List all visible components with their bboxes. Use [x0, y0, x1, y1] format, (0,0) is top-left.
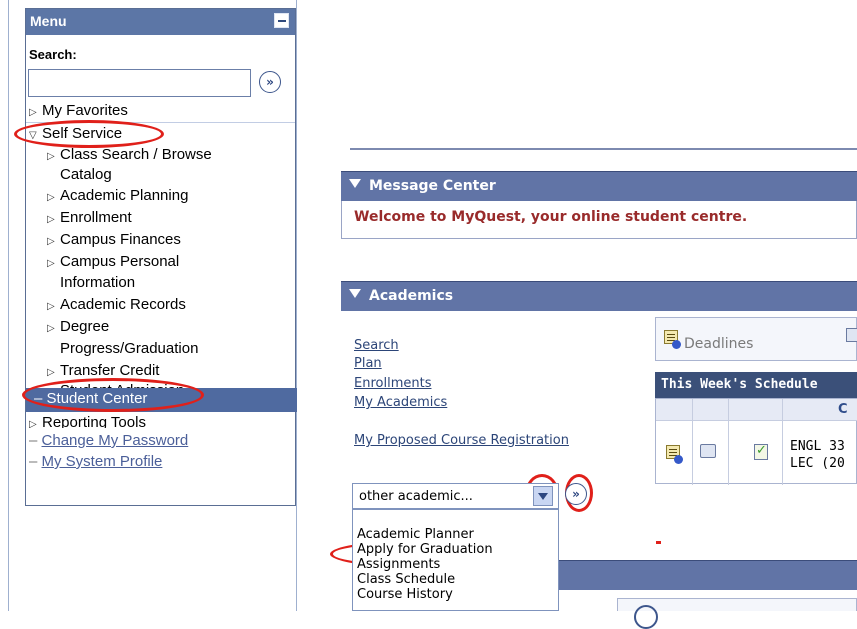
- sidebar-item-label: My System Profile: [41, 453, 163, 470]
- dropdown-option-academic-planner[interactable]: Academic Planner: [353, 527, 558, 542]
- triangle-right-icon: ▷: [47, 151, 55, 162]
- menu-panel: Menu Search: » ▷ My Favorites ▽ Self Servi…: [25, 8, 297, 506]
- checklist-icon[interactable]: ✓: [754, 443, 768, 460]
- grid-line: [782, 399, 783, 421]
- sidebar-item-label: Enrollment: [60, 209, 132, 226]
- highlight-oval-student-center: [22, 378, 204, 412]
- sidebar-item-class-search[interactable]: ▷ Class Search / Browse: [47, 145, 212, 167]
- section-header-partial: [559, 560, 857, 590]
- sidebar-item-label: Degree: [60, 318, 110, 335]
- sidebar-item-system-profile[interactable]: – My System Profile: [29, 452, 162, 472]
- sidebar-item-enrollment[interactable]: ▷ Enrollment: [47, 208, 132, 230]
- sidebar-item-degree[interactable]: ▷ Degree: [47, 317, 109, 339]
- section-title: Academics: [369, 288, 454, 304]
- other-academic-dropdown-list: Academic Planner Apply for Graduation As…: [352, 509, 559, 611]
- info-icon: [672, 340, 681, 349]
- week-schedule-grid: C ✓ ENGL 33 LEC (20: [655, 398, 857, 485]
- select-value: other academic...: [359, 489, 473, 504]
- sidebar-item-reporting-tools[interactable]: ▷ Reporting Tools: [29, 413, 146, 428]
- sidebar-item-academic-planning[interactable]: ▷ Academic Planning: [47, 186, 188, 208]
- academics-link-search[interactable]: Search: [354, 338, 399, 353]
- sidebar-item-campus-finances[interactable]: ▷ Campus Finances: [47, 230, 181, 252]
- highlight-oval-self-service: [14, 120, 164, 148]
- search-label: Search:: [29, 47, 77, 62]
- grid-line: [728, 421, 729, 485]
- welcome-message: Welcome to MyQuest, your online student …: [354, 209, 748, 225]
- triangle-right-icon: ▷: [47, 192, 55, 203]
- dash-icon: –: [29, 432, 38, 449]
- collapse-triangle-icon: [349, 179, 361, 188]
- search-input[interactable]: [28, 69, 251, 97]
- sidebar-item-label-cont[interactable]: Catalog: [60, 165, 112, 185]
- other-academic-select[interactable]: other academic...: [352, 483, 559, 509]
- sidebar-item-label: Transfer Credit: [60, 362, 160, 379]
- triangle-right-icon: ▷: [47, 214, 55, 225]
- triangle-right-icon: ▷: [29, 107, 37, 118]
- sidebar-item-label: Campus Finances: [60, 231, 181, 248]
- sidebar-item-label: Academic Records: [60, 296, 186, 313]
- annotation-mark: [656, 541, 661, 544]
- proposed-course-registration-link[interactable]: My Proposed Course Registration: [354, 433, 569, 448]
- triangle-right-icon: ▷: [47, 301, 55, 312]
- dropdown-option-course-history[interactable]: Course History: [353, 587, 558, 602]
- course-section: LEC (20: [790, 456, 845, 471]
- message-center-body: Welcome to MyQuest, your online student …: [341, 201, 857, 239]
- sidebar-item-academic-records[interactable]: ▷ Academic Records: [47, 295, 186, 317]
- sidebar-item-label-cont[interactable]: Information: [60, 273, 135, 293]
- sidebar-item-label: Class Search / Browse: [60, 146, 212, 163]
- triangle-right-icon: ▷: [47, 367, 55, 378]
- meeting-icon[interactable]: [700, 444, 716, 458]
- sidebar-item-campus-personal[interactable]: ▷ Campus Personal: [47, 252, 179, 274]
- go-arrow-icon[interactable]: »: [259, 71, 281, 93]
- triangle-right-icon: ▷: [47, 323, 55, 334]
- dropdown-option-apply-graduation[interactable]: Apply for Graduation: [353, 542, 558, 557]
- academics-header[interactable]: Academics: [341, 281, 857, 311]
- go-arrow-icon[interactable]: »: [565, 483, 587, 505]
- sidebar-item-label: Academic Planning: [60, 187, 189, 204]
- academics-link-enrollments[interactable]: Enrollments: [354, 376, 431, 391]
- academics-link-plan[interactable]: Plan: [354, 356, 382, 371]
- meeting-icon: [846, 328, 857, 342]
- course-name: ENGL 33: [790, 439, 845, 454]
- dropdown-option-class-schedule[interactable]: Class Schedule: [353, 572, 558, 587]
- message-center-header[interactable]: Message Center: [341, 171, 857, 201]
- sidebar-item-label: Campus Personal: [60, 253, 180, 270]
- sidebar-item-label-cont[interactable]: Progress/Graduation: [60, 339, 198, 359]
- sidebar-item-change-password[interactable]: – Change My Password: [29, 431, 188, 451]
- deadlines-box[interactable]: Deadlines: [655, 317, 857, 361]
- deadlines-label: Deadlines: [684, 336, 754, 352]
- academics-link-my-academics[interactable]: My Academics: [354, 395, 447, 410]
- week-schedule-header: This Week's Schedule: [655, 372, 857, 398]
- schedule-column-header: C: [838, 402, 848, 417]
- grid-line: [728, 399, 729, 421]
- frame-border-left: [8, 0, 9, 611]
- menu-title: Menu: [30, 13, 67, 29]
- section-title: Message Center: [369, 178, 496, 194]
- dropdown-arrow-icon[interactable]: [533, 486, 553, 506]
- schedule-column-header-row: C: [656, 399, 857, 421]
- circle-icon: [634, 605, 658, 629]
- dropdown-option-assignments[interactable]: Assignments: [353, 557, 558, 572]
- grid-line: [782, 421, 783, 485]
- collapse-triangle-icon: [349, 289, 361, 298]
- dash-icon: –: [29, 453, 38, 470]
- menu-header: Menu: [26, 9, 295, 35]
- sidebar-item-label: Change My Password: [41, 432, 189, 449]
- info-icon: [674, 455, 683, 464]
- triangle-right-icon: ▷: [47, 236, 55, 247]
- frame-border-divider: [296, 0, 297, 611]
- triangle-right-icon: ▷: [47, 258, 55, 269]
- triangle-right-icon: ▷: [29, 419, 37, 428]
- sidebar-item-label: Reporting Tools: [42, 414, 146, 428]
- dropdown-spacer: [353, 510, 558, 527]
- sidebar-item-label: My Favorites: [42, 102, 128, 119]
- content-divider: [350, 148, 857, 150]
- grid-line: [692, 421, 693, 485]
- grid-line: [692, 399, 693, 421]
- collapse-icon[interactable]: [274, 13, 289, 28]
